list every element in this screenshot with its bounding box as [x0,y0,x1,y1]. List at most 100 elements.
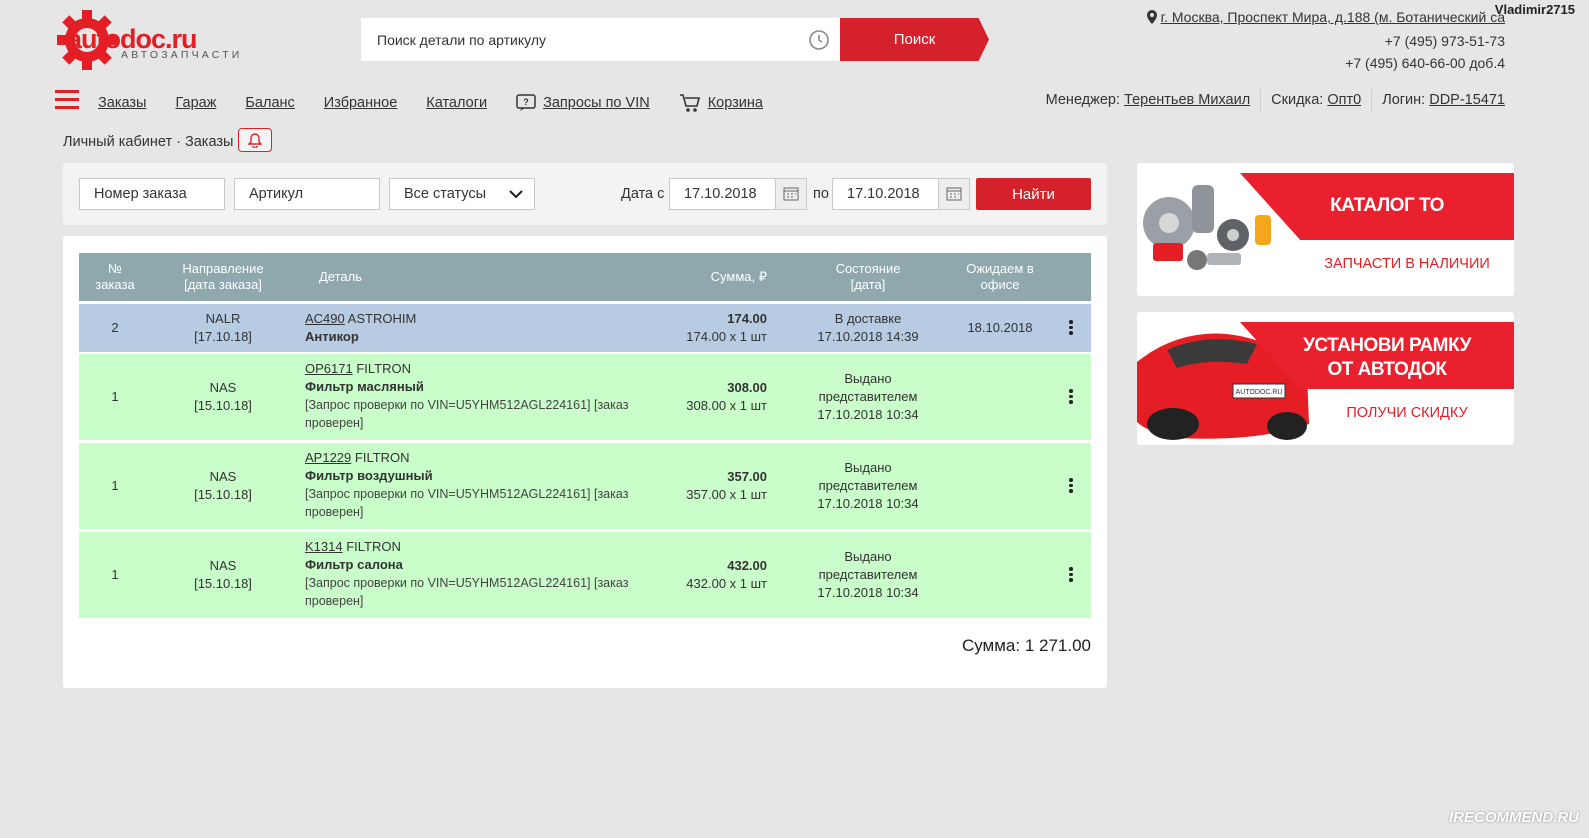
search-input[interactable] [361,18,841,61]
calendar-icon[interactable] [938,178,970,210]
calendar-icon[interactable] [775,178,807,210]
banner-subtitle: ЗАПЧАСТИ В НАЛИЧИИ [1324,256,1490,272]
filter-panel: Все статусы Дата с 17.10.2018 по 17.10.2… [63,163,1107,225]
date-to-label: по [813,186,829,202]
row-menu-icon[interactable] [1063,567,1079,584]
col-status: Состояние [дата] [835,261,901,292]
detail: K1314 FILTRON Фильтр салона [Запрос пров… [305,538,635,610]
sum: 357.00 357.00 x 1 шт [686,469,767,502]
status: В доставке 17.10.2018 14:39 [817,311,919,344]
col-expected: Ожидаем в офисе [966,261,1034,292]
address-link[interactable]: г. Москва, Проспект Мира, д.188 (м. Бота… [1161,9,1505,25]
banner-maintenance-catalog[interactable]: КАТАЛОГ ТО ЗАПЧАСТИ В НАЛИЧИИ [1137,163,1514,296]
banner-plate-frame[interactable]: AUTODOC.RU УСТАНОВИ РАМКУ ОТ АВТОДОК ПОЛ… [1137,312,1514,445]
table-row[interactable]: 2 NALR [17.10.18] AC490 ASTROHIM Антикор … [79,304,1091,352]
article-link[interactable]: K1314 [305,539,343,554]
notifications-bell-icon[interactable] [238,128,272,152]
orders-total: Сумма: 1 271.00 [961,636,1091,655]
svg-text:?: ? [523,97,529,107]
status-select[interactable]: Все статусы [389,178,535,210]
nav-favorites[interactable]: Избранное [324,95,397,111]
row-menu-icon[interactable] [1063,478,1079,495]
direction: NAS [15.10.18] [194,469,252,502]
detail: AP1229 FILTRON Фильтр воздушный [Запрос … [305,449,635,521]
find-button[interactable]: Найти [976,178,1091,210]
discount-value[interactable]: Опт0 [1327,92,1361,116]
watermark: IRECOMMEND.RU [1449,809,1579,826]
manager-name[interactable]: Терентьев Михаил [1124,92,1250,116]
col-detail: Деталь [319,269,362,284]
col-order-number: № заказа [95,261,135,292]
date-from-input[interactable]: 17.10.2018 [669,178,777,210]
col-direction: Направление [дата заказа] [182,261,264,292]
order-number: 2 [111,320,119,335]
status: Выдано представителем 17.10.2018 10:34 [817,460,919,511]
discount-label: Скидка: [1271,92,1324,108]
article-input[interactable] [234,178,380,210]
sum: 174.00 174.00 x 1 шт [686,311,767,344]
search-button[interactable]: Поиск [840,18,989,61]
article-link[interactable]: AP1229 [305,450,351,465]
direction: NAS [15.10.18] [194,380,252,413]
username-overlay: Vladimir2715 [1494,2,1575,17]
status: Выдано представителем 17.10.2018 10:34 [817,371,919,422]
article-link[interactable]: AC490 [305,311,345,326]
orders-panel: № заказа Направление [дата заказа] Детал… [63,236,1107,688]
article-link[interactable]: OP6171 [305,361,353,376]
part-note: [Запрос проверки по VIN=U5YHM512AGL22416… [305,398,629,430]
table-header: № заказа Направление [дата заказа] Детал… [79,253,1091,301]
part-name: Фильтр воздушный [305,468,433,483]
breadcrumb: Личный кабинет · Заказы [63,134,234,150]
vin-request-icon: ? [516,94,536,111]
table-row[interactable]: 1 NAS [15.10.18] K1314 FILTRON Фильтр сал… [79,532,1091,618]
logo-subtitle: АВТОЗАПЧАСТИ [121,49,243,61]
table-row[interactable]: 1 NAS [15.10.18] OP6171 FILTRON Фильтр ма… [79,354,1091,440]
col-sum: Сумма, ₽ [710,269,767,284]
phone-secondary: +7 (495) 640-66-00 доб.4 [1345,55,1505,71]
manager-label: Менеджер: [1045,92,1121,108]
address[interactable]: г. Москва, Проспект Мира, д.188 (м. Бота… [1146,9,1505,25]
table-row[interactable]: 1 NAS [15.10.18] AP1229 FILTRON Фильтр во… [79,443,1091,529]
nav-vin-requests[interactable]: Запросы по VIN [543,95,650,111]
banner-title: УСТАНОВИ РАМКУ ОТ АВТОДОК [1303,335,1471,380]
expected-date: 18.10.2018 [967,320,1033,335]
location-pin-icon [1146,10,1157,24]
divider [1371,89,1373,113]
date-to-input[interactable]: 17.10.2018 [832,178,940,210]
divider [1260,89,1262,113]
nav-garage[interactable]: Гараж [175,95,216,111]
account-info: Менеджер: Терентьев Михаил Скидка: Опт0 … [1045,89,1505,116]
license-plate: AUTODOC.RU [1236,389,1283,396]
chevron-down-icon [509,190,523,199]
status: Выдано представителем 17.10.2018 10:34 [817,549,919,600]
sum: 432.00 432.00 x 1 шт [686,558,767,591]
logo[interactable]: autodoc.ru АВТОЗАПЧАСТИ [55,8,265,72]
order-number: 1 [111,389,119,404]
nav-balance[interactable]: Баланс [245,95,294,111]
row-menu-icon[interactable] [1063,389,1079,406]
part-name: Фильтр масляный [305,379,424,394]
part-note: [Запрос проверки по VIN=U5YHM512AGL22416… [305,576,629,608]
nav-catalogs[interactable]: Каталоги [426,95,487,111]
detail: AC490 ASTROHIM Антикор [305,310,635,346]
order-number-input[interactable] [79,178,225,210]
cart-icon [679,94,700,112]
date-from-label: Дата с [621,186,665,202]
nav-cart[interactable]: Корзина [708,95,763,111]
order-number: 1 [111,478,119,493]
menu-burger-icon[interactable] [55,90,79,110]
login-label: Логин: [1382,92,1426,108]
direction: NAS [15.10.18] [194,558,252,591]
part-name: Фильтр салона [305,557,403,572]
nav-orders[interactable]: Заказы [98,95,146,111]
part-name: Антикор [305,329,359,344]
order-number: 1 [111,567,119,582]
login-value[interactable]: DDP-15471 [1429,92,1505,116]
main-nav: Заказы Гараж Баланс Избранное Каталоги ?… [98,92,792,114]
direction: NALR [17.10.18] [194,311,252,344]
row-menu-icon[interactable] [1063,320,1079,337]
detail: OP6171 FILTRON Фильтр масляный [Запрос п… [305,360,635,432]
status-select-value: Все статусы [404,186,487,202]
history-icon[interactable] [807,28,831,52]
sum: 308.00 308.00 x 1 шт [686,380,767,413]
